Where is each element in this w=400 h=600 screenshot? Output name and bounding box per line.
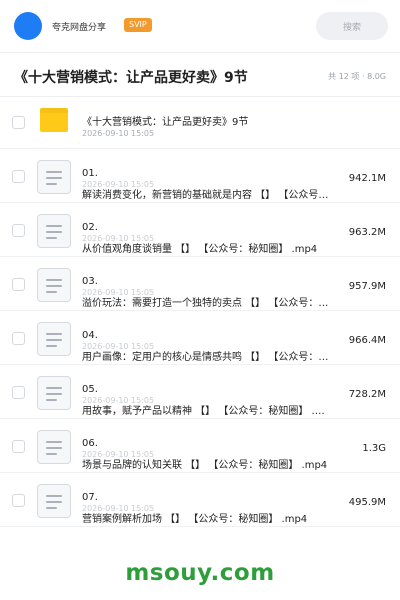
app-name: 夸克网盘分享 <box>52 23 107 33</box>
folder-title-bar: 《十大营销模式：让产品更好卖》9节 共 12 项 · 8.0G <box>0 53 400 97</box>
folder-meta: 共 12 项 · 8.0G <box>328 72 386 81</box>
avatar[interactable] <box>14 12 42 40</box>
file-number: 02. <box>82 222 98 233</box>
document-icon <box>37 430 71 464</box>
search-button[interactable]: 搜索 <box>316 12 388 40</box>
file-number: 06. <box>82 438 98 449</box>
document-icon <box>37 376 71 410</box>
app-header: 夸克网盘分享 SVIP 搜索 <box>0 0 400 52</box>
checkbox[interactable] <box>12 224 25 237</box>
document-icon <box>37 322 71 356</box>
file-number: 05. <box>82 384 98 395</box>
list-item[interactable]: 2026-09-10 15:05 01. 解读消费变化，新营销的基础就是内容 【… <box>0 151 400 203</box>
file-size: 966.4M <box>348 335 386 346</box>
watermark: msouy.com <box>125 560 275 586</box>
checkbox[interactable] <box>12 440 25 453</box>
list-item[interactable]: 2026-09-10 15:05 05. 用故事，赋予产品以精神 【】 【公众号… <box>0 367 400 419</box>
document-icon <box>37 484 71 518</box>
file-name: 用户画像：定用户的核心是情感共鸣 【】 【公众号：秘知圈】 <box>82 352 332 363</box>
file-name: 用故事，赋予产品以精神 【】 【公众号：秘知圈】 .mp4 <box>82 406 332 417</box>
list-item[interactable]: 2026-09-10 15:05 02. 从价值观角度谈销量 【】 【公众号：秘… <box>0 205 400 257</box>
list-item[interactable]: 2026-09-10 15:05 07. 营销案例解析加场 【】 【公众号：秘知… <box>0 475 400 527</box>
file-size: 728.2M <box>348 389 386 400</box>
checkbox[interactable] <box>12 494 25 507</box>
list-item[interactable]: 2026-09-10 15:05 06. 场景与品牌的认知关联 【】 【公众号：… <box>0 421 400 473</box>
list-item[interactable]: 2026-09-10 15:05 04. 用户画像：定用户的核心是情感共鸣 【】… <box>0 313 400 365</box>
checkbox[interactable] <box>12 332 25 345</box>
svip-badge: SVIP <box>124 18 152 32</box>
checkbox[interactable] <box>12 386 25 399</box>
search-placeholder: 搜索 <box>342 22 361 33</box>
checkbox[interactable] <box>12 170 25 183</box>
folder-date: 2026-09-10 15:05 <box>82 129 155 138</box>
checkbox[interactable] <box>12 116 25 129</box>
document-icon <box>37 268 71 302</box>
file-size: 957.9M <box>348 281 386 292</box>
file-name: 营销案例解析加场 【】 【公众号：秘知圈】 .mp4 <box>82 514 308 525</box>
file-name: 溢价玩法：需要打造一个独特的卖点 【】 【公众号：秘知圈】 <box>82 298 332 309</box>
document-icon <box>37 160 71 194</box>
list-item-folder[interactable]: 《十大营销模式：让产品更好卖》9节 2026-09-10 15:05 <box>0 97 400 149</box>
file-number: 03. <box>82 276 98 287</box>
file-number: 01. <box>82 168 98 179</box>
file-size: 963.2M <box>348 227 386 238</box>
file-size: 1.3G <box>362 443 386 454</box>
folder-name: 《十大营销模式：让产品更好卖》9节 <box>82 117 249 128</box>
document-icon <box>37 214 71 248</box>
file-number: 07. <box>82 492 98 503</box>
file-number: 04. <box>82 330 98 341</box>
file-size: 942.1M <box>348 173 386 184</box>
file-name: 场景与品牌的认知关联 【】 【公众号：秘知圈】 .mp4 <box>82 460 328 471</box>
file-name: 从价值观角度谈销量 【】 【公众号：秘知圈】 .mp4 <box>82 244 318 255</box>
file-size: 495.9M <box>348 497 386 508</box>
file-name: 解读消费变化，新营销的基础就是内容 【】 【公众号：秘知圈】 <box>82 190 332 201</box>
list-item[interactable]: 2026-09-10 15:05 03. 溢价玩法：需要打造一个独特的卖点 【】… <box>0 259 400 311</box>
page-title: 《十大营销模式：让产品更好卖》9节 <box>14 70 248 86</box>
checkbox[interactable] <box>12 278 25 291</box>
folder-icon <box>40 108 68 132</box>
